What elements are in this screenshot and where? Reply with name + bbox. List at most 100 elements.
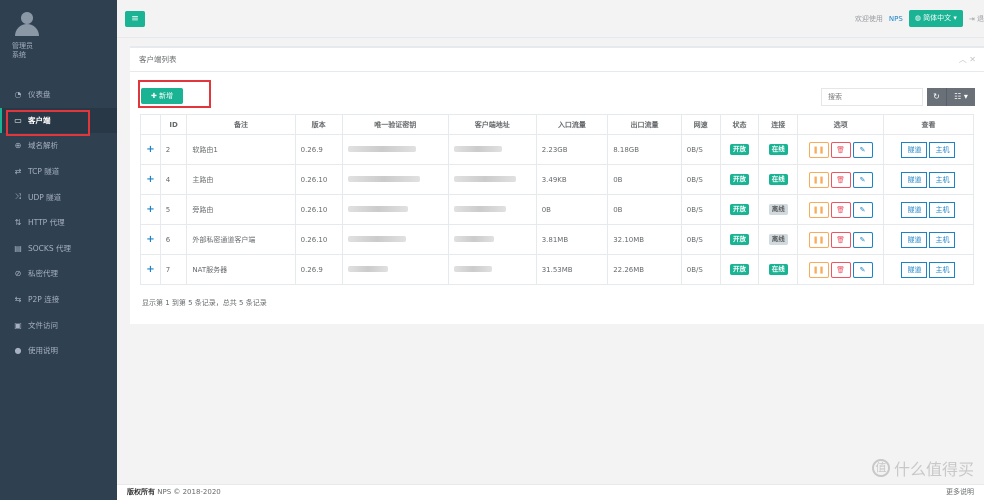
cell-speed: 0B/S	[680, 164, 721, 195]
sidebar-item-6[interactable]: ▤ SOCKS 代理	[0, 236, 117, 262]
column-header-7[interactable]: 出口流量	[607, 114, 682, 135]
delete-button[interactable]: 🗑	[830, 261, 851, 278]
sidebar-item-8[interactable]: ⇆ P2P 连接	[0, 287, 117, 313]
nps-link[interactable]: NPS	[889, 15, 903, 23]
cell-view: 隧道 主机	[882, 164, 975, 195]
cell-id: 6	[159, 224, 188, 255]
expand-row-button[interactable]: +	[140, 134, 161, 165]
cell-in-flow: 3.49KB	[535, 164, 609, 195]
pause-button[interactable]: ❚❚	[808, 171, 829, 188]
cell-connection: 在线	[758, 134, 799, 165]
search-input[interactable]: 搜索	[821, 88, 923, 106]
refresh-button[interactable]: ↻	[927, 88, 947, 106]
edit-button[interactable]: ✎	[852, 231, 873, 248]
view-tunnel-button[interactable]: 隧道	[901, 201, 928, 218]
cell-out-flow: 0B	[607, 194, 682, 225]
cell-remark: 外部私密通道客户端	[186, 224, 296, 255]
close-icon[interactable]: ✕	[969, 55, 976, 64]
cell-version: 0.26.9	[294, 134, 343, 165]
edit-button[interactable]: ✎	[852, 261, 873, 278]
cell-status: 开放	[719, 194, 760, 225]
sidebar-item-2[interactable]: ⊕ 域名解析	[0, 133, 117, 159]
sidebar-item-label: 仪表盘	[28, 90, 51, 100]
plus-icon: +	[146, 144, 155, 155]
view-host-button[interactable]: 主机	[929, 231, 956, 248]
edit-icon: ✎	[859, 175, 866, 184]
view-tunnel-button[interactable]: 隧道	[901, 171, 928, 188]
collapse-icon[interactable]: ︿	[959, 55, 967, 64]
status-badge: 开放	[729, 234, 749, 245]
pagination-summary: 显示第 1 到第 5 条记录，总共 5 条记录	[142, 299, 267, 307]
sign-out-icon: ⇥	[968, 14, 977, 23]
pause-button[interactable]: ❚❚	[808, 141, 829, 158]
expand-row-button[interactable]: +	[140, 194, 161, 225]
cell-version: 0.26.10	[294, 194, 343, 225]
cell-key	[341, 254, 449, 285]
menu-toggle-button[interactable]: ≡	[125, 11, 145, 27]
cell-key	[341, 164, 449, 195]
delete-button[interactable]: 🗑	[830, 231, 851, 248]
view-host-button[interactable]: 主机	[929, 171, 956, 188]
delete-button[interactable]: 🗑	[830, 141, 851, 158]
pause-button[interactable]: ❚❚	[808, 231, 829, 248]
sidebar-item-0[interactable]: ◔ 仪表盘	[0, 82, 117, 108]
edit-button[interactable]: ✎	[852, 171, 873, 188]
footer: 版权所有 NPS © 2018-2020 更多说明	[117, 484, 984, 500]
sidebar-item-3[interactable]: ⇄ TCP 隧道	[0, 159, 117, 185]
plus-icon: +	[146, 264, 155, 275]
sidebar-item-9[interactable]: ▣ 文件访问	[0, 312, 117, 338]
redacted-address	[453, 145, 502, 152]
connection-badge: 在线	[768, 174, 788, 185]
edit-button[interactable]: ✎	[852, 141, 873, 158]
edit-button[interactable]: ✎	[852, 201, 873, 218]
columns-button[interactable]: ☷ ▾	[947, 88, 975, 106]
list-icon: ☷ ▾	[954, 92, 968, 101]
view-tunnel-button[interactable]: 隧道	[901, 261, 928, 278]
cell-speed: 0B/S	[680, 194, 721, 225]
view-tunnel-button[interactable]: 隧道	[901, 141, 928, 158]
sidebar-item-4[interactable]: ⤨ UDP 隧道	[0, 184, 117, 210]
highlight-box-client-nav	[6, 110, 90, 136]
column-header-1[interactable]: ID	[159, 114, 188, 135]
client-list-panel: 客户端列表 ︿ ✕ ✚ 新增 搜索 ↻ ☷ ▾ ID 备注 版本 唯一验证密钥 客户端地…	[130, 46, 984, 324]
language-dropdown[interactable]: ◍ 简体中文 ▾	[908, 10, 963, 27]
dashboard-icon: ◔	[14, 90, 22, 100]
delete-button[interactable]: 🗑	[830, 171, 851, 188]
refresh-icon: ↻	[933, 92, 940, 101]
view-tunnel-button[interactable]: 隧道	[901, 231, 928, 248]
table-body: +2 软路由1 0.26.9 2.23GB 8.18GB 0B/S 开放 在线 ❚❚ 🗑 ✎ 隧道 主机…	[140, 134, 975, 285]
column-header-6[interactable]: 入口流量	[535, 114, 609, 135]
sidebar-item-label: 文件访问	[28, 320, 58, 330]
redacted-key	[347, 145, 416, 152]
redacted-address	[453, 205, 506, 212]
view-host-button[interactable]: 主机	[929, 201, 956, 218]
sidebar-item-10[interactable]: ● 使用说明	[0, 338, 117, 364]
expand-row-button[interactable]: +	[140, 254, 161, 285]
sidebar-item-5[interactable]: ⇅ HTTP 代理	[0, 210, 117, 236]
pause-button[interactable]: ❚❚	[808, 201, 829, 218]
logout-link[interactable]: ⇥ 退	[969, 14, 984, 24]
client-table: ID 备注 版本 唯一验证密钥 客户端地址 入口流量 出口流量 网速 状态 连接 选项 查看 +2 软路…	[140, 114, 975, 285]
pause-button[interactable]: ❚❚	[808, 261, 829, 278]
cell-remark: 软路由1	[186, 134, 296, 165]
expand-row-button[interactable]: +	[140, 164, 161, 195]
add-client-button[interactable]: ✚ 新增	[141, 88, 183, 104]
sidebar-item-label: P2P 连接	[28, 295, 60, 305]
cell-id: 4	[159, 164, 188, 195]
cell-id: 5	[159, 194, 188, 225]
cell-view: 隧道 主机	[882, 224, 975, 255]
globe-icon: ◍	[914, 14, 924, 22]
view-host-button[interactable]: 主机	[929, 261, 956, 278]
view-host-button[interactable]: 主机	[929, 141, 956, 158]
delete-button[interactable]: 🗑	[830, 201, 851, 218]
panel-title: 客户端列表	[130, 48, 984, 72]
more-info-link[interactable]: 更多说明	[946, 485, 974, 499]
sidebar-item-7[interactable]: ⊘ 私密代理	[0, 261, 117, 287]
cell-address	[447, 224, 537, 255]
expand-row-button[interactable]: +	[140, 224, 161, 255]
cell-in-flow: 31.53MB	[535, 254, 609, 285]
column-header-10: 连接	[758, 114, 799, 135]
table-row: +4 主路由 0.26.10 3.49KB 0B 0B/S 开放 在线 ❚❚ 🗑 ✎ 隧道 主机	[140, 164, 975, 195]
cell-status: 开放	[719, 224, 760, 255]
cell-version: 0.26.9	[294, 254, 343, 285]
